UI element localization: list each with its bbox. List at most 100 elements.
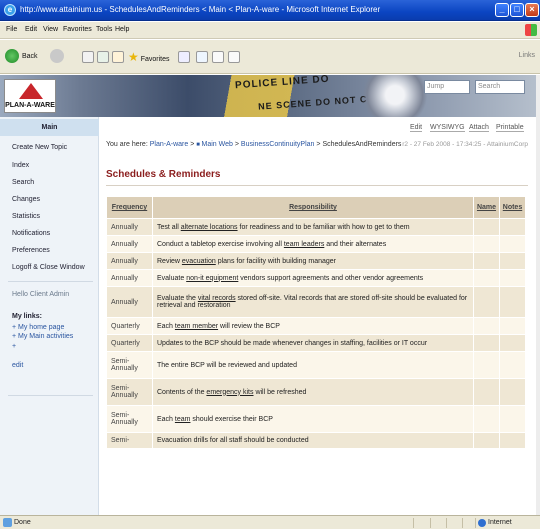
home-icon[interactable] xyxy=(112,51,124,63)
menu-tools[interactable]: Tools xyxy=(96,26,112,33)
menu-file[interactable]: File xyxy=(6,26,17,33)
edit-action[interactable]: Edit xyxy=(410,124,423,132)
header-responsibility[interactable]: Responsibility xyxy=(152,196,474,219)
sidebar-item-notifications[interactable]: Notifications xyxy=(12,230,50,237)
responsibility-cell: Each team should exercise their BCP xyxy=(152,405,474,433)
title-divider xyxy=(106,185,528,186)
printable-action[interactable]: Printable xyxy=(496,124,524,132)
status-zone: Internet xyxy=(488,519,512,526)
back-button[interactable]: Back xyxy=(5,49,38,65)
responsibility-link[interactable]: team xyxy=(175,416,191,423)
frequency-cell: Annually xyxy=(106,218,153,236)
menu-favorites[interactable]: Favorites xyxy=(63,26,92,33)
windows-logo-icon xyxy=(525,24,537,36)
minimize-button[interactable]: _ xyxy=(495,3,509,17)
sidebar: Main Create New Topic Index Search Chang… xyxy=(0,117,99,515)
responsibility-link[interactable]: non-it equipment xyxy=(186,275,238,282)
print-icon[interactable] xyxy=(196,51,208,63)
forward-arrow-icon xyxy=(50,49,64,64)
globe-icon xyxy=(478,519,486,527)
responsibility-link[interactable]: alternate locations xyxy=(181,224,238,231)
sidebar-header[interactable]: Main xyxy=(0,119,99,136)
breadcrumb-plan-a-ware[interactable]: Plan-A-ware xyxy=(150,141,189,148)
notes-cell xyxy=(499,378,526,406)
responsibility-link[interactable]: team member xyxy=(175,323,218,330)
header-frequency[interactable]: Frequency xyxy=(106,196,153,219)
table-row: Quarterly Updates to the BCP should be ma… xyxy=(106,334,526,352)
my-main-activities-link[interactable]: + My Main activities xyxy=(12,333,73,340)
name-cell xyxy=(473,432,500,449)
name-cell xyxy=(473,235,500,253)
name-cell xyxy=(473,378,500,406)
sidebar-item-statistics[interactable]: Statistics xyxy=(12,213,40,220)
responsibility-link[interactable]: emergency kits xyxy=(206,389,253,396)
name-cell xyxy=(473,252,500,270)
table-row: Annually Evaluate non-it equipment vendor… xyxy=(106,269,526,287)
wysiwyg-action[interactable]: WYSIWYG xyxy=(430,124,465,132)
jump-input[interactable]: Jump xyxy=(424,80,470,94)
hurricane-image xyxy=(360,75,430,117)
breadcrumb-business-continuity-plan[interactable]: BusinessContinuityPlan xyxy=(241,141,315,148)
sidebar-item-create-new-topic[interactable]: Create New Topic xyxy=(12,144,67,151)
name-cell xyxy=(473,317,500,335)
status-done: Done xyxy=(14,519,31,526)
mail-icon[interactable] xyxy=(178,51,190,63)
vertical-scrollbar[interactable] xyxy=(536,75,540,515)
table-row: Annually Review evacuation plans for faci… xyxy=(106,252,526,270)
sidebar-item-search[interactable]: Search xyxy=(12,179,34,186)
paste-icon[interactable] xyxy=(228,51,240,63)
responsibility-link[interactable]: vital records xyxy=(198,295,236,302)
star-icon: ★ xyxy=(128,50,139,64)
search-input[interactable]: Search xyxy=(475,80,525,94)
sidebar-divider xyxy=(8,395,93,396)
responsibility-link[interactable]: evacuation xyxy=(182,258,216,265)
notes-cell xyxy=(499,252,526,270)
notes-cell xyxy=(499,235,526,253)
responsibility-cell: Conduct a tabletop exercise involving al… xyxy=(152,235,474,253)
header-name[interactable]: Name xyxy=(473,196,500,219)
maximize-button[interactable]: □ xyxy=(510,3,524,17)
table-row: Annually Conduct a tabletop exercise invo… xyxy=(106,235,526,253)
sidebar-item-index[interactable]: Index xyxy=(12,162,29,169)
my-home-page-link[interactable]: + My home page xyxy=(12,324,64,331)
frequency-cell: Semi- xyxy=(106,432,153,449)
responsibility-link[interactable]: team leaders xyxy=(284,241,324,248)
refresh-icon[interactable] xyxy=(97,51,109,63)
menu-edit[interactable]: Edit xyxy=(25,26,37,33)
frequency-cell: Quarterly xyxy=(106,317,153,335)
responsibility-cell: Evaluate the vital records stored off-si… xyxy=(152,286,474,318)
links-label[interactable]: Links xyxy=(519,52,535,59)
responsibility-cell: Updates to the BCP should be made whenev… xyxy=(152,334,474,352)
breadcrumb: You are here: Plan-A-ware > ■ Main Web >… xyxy=(106,141,402,148)
breadcrumb-main-web[interactable]: Main Web xyxy=(202,141,233,148)
sidebar-item-preferences[interactable]: Preferences xyxy=(12,247,50,254)
cut-icon[interactable] xyxy=(212,51,224,63)
breadcrumb-current: SchedulesAndReminders xyxy=(322,141,402,148)
sidebar-item-changes[interactable]: Changes xyxy=(12,196,40,203)
toolbar: Back ★ Favorites Links xyxy=(0,40,540,74)
header-notes[interactable]: Notes xyxy=(499,196,526,219)
table-row: Annually Evaluate the vital records store… xyxy=(106,286,526,318)
notes-cell xyxy=(499,432,526,449)
notes-cell xyxy=(499,351,526,379)
sidebar-divider xyxy=(8,281,93,282)
responsibility-cell: Test all alternate locations for readine… xyxy=(152,218,474,236)
table-row: Semi- Evacuation drills for all staff sho… xyxy=(106,432,526,449)
notes-cell xyxy=(499,405,526,433)
edit-link[interactable]: edit xyxy=(12,362,23,369)
sidebar-item-logoff[interactable]: Logoff & Close Window xyxy=(12,264,85,271)
stop-icon[interactable] xyxy=(82,51,94,63)
name-cell xyxy=(473,269,500,287)
responsibility-cell: Evaluate non-it equipment vendors suppor… xyxy=(152,269,474,287)
attach-action[interactable]: Attach xyxy=(469,124,489,132)
frequency-cell: Annually xyxy=(106,269,153,287)
menu-help[interactable]: Help xyxy=(115,26,129,33)
close-button[interactable]: × xyxy=(525,3,539,17)
plan-a-ware-logo[interactable]: PLAN-A-WARE xyxy=(4,79,56,113)
window-title: http://www.attainium.us - SchedulesAndRe… xyxy=(20,5,381,14)
table-row: Annually Test all alternate locations for… xyxy=(106,218,526,236)
menu-view[interactable]: View xyxy=(43,26,58,33)
plus-link[interactable]: + xyxy=(12,343,16,350)
favorites-button[interactable]: ★ Favorites xyxy=(128,49,170,65)
forward-button[interactable] xyxy=(50,49,67,65)
